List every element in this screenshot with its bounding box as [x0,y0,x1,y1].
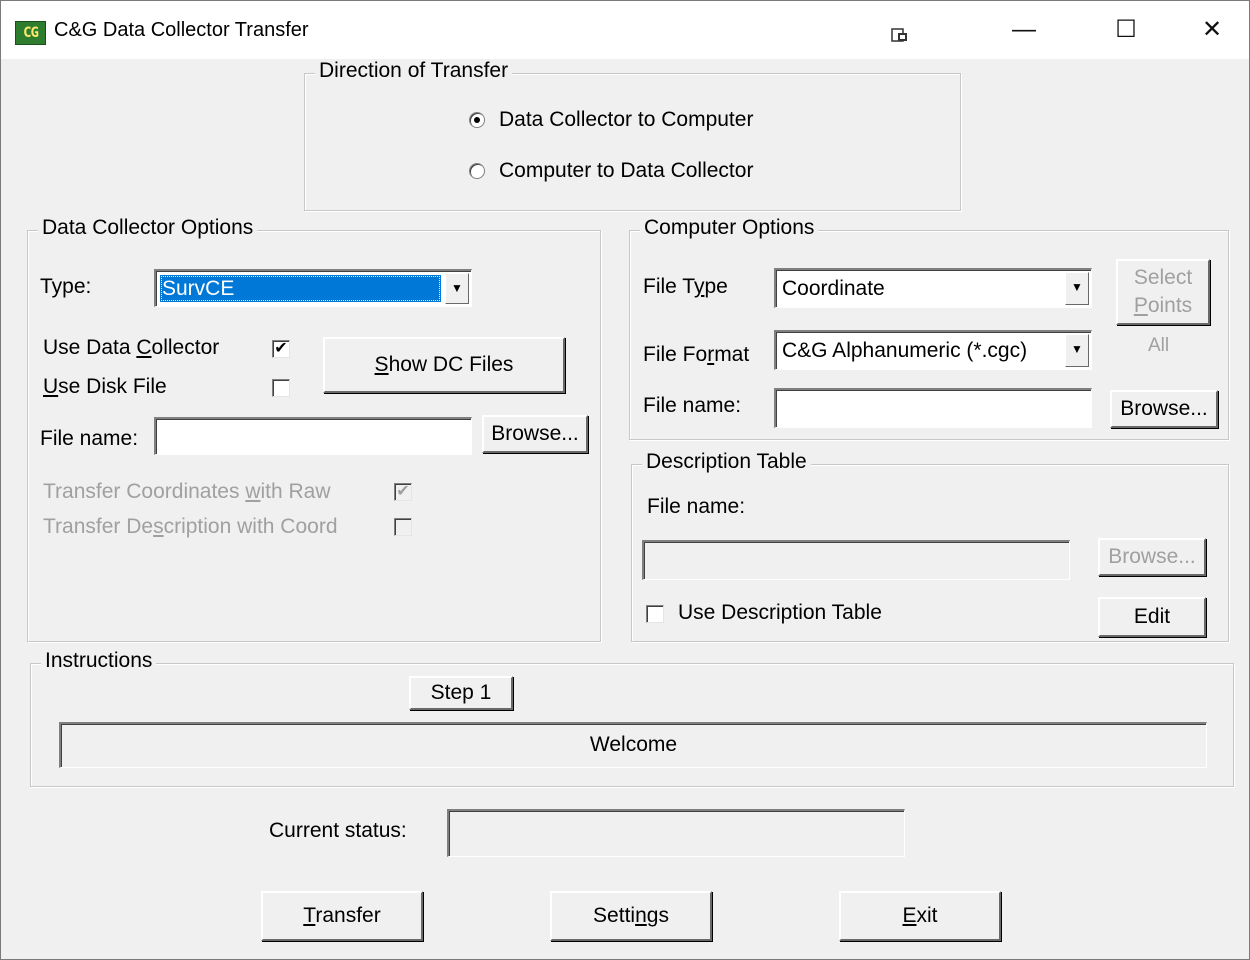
settings-button[interactable]: Settings [550,891,712,941]
ff-text-c: mat [714,343,750,366]
transfer-desc-label: Transfer Description with Coord [43,515,338,539]
transfer-text-b: ransfer [315,904,381,927]
close-button[interactable]: ✕ [1169,1,1250,59]
file-format-combo[interactable]: C&G Alphanumeric (*.cgc) ▼ [774,330,1092,370]
chevron-down-icon[interactable]: ▼ [1065,334,1089,367]
file-type-label: File Type [643,275,728,299]
checkmark-icon: ✔ [396,483,410,500]
tc-text-a: Transfer Coordinates [43,480,246,503]
type-label: Type: [40,275,92,298]
desc-file-name-label: File name: [647,495,746,518]
title-bar[interactable]: CG C&G Data Collector Transfer — ☐ ✕ [1,1,1249,59]
exit-text-b: xit [916,904,938,927]
radio-dc-to-computer-label[interactable]: Data Collector to Computer [499,108,753,132]
computer-file-name-label: File name: [643,394,742,417]
computer-options-group: Computer Options File Type Coordinate ▼ … [629,216,1229,440]
type-combo-text: SurvCE [162,277,235,300]
select-points-text-b: Points [1118,292,1208,320]
file-type-value: Coordinate [782,277,885,300]
use-disk-text-b: se Disk File [58,375,167,398]
transfer-text-a: T [303,904,316,927]
chevron-down-icon[interactable]: ▼ [1065,272,1089,305]
checkmark-icon: ✔ [274,340,288,357]
transfer-coords-label: Transfer Coordinates with Raw [43,480,331,504]
exit-text-a: E [902,904,917,927]
type-combo-value: SurvCE [160,275,441,302]
show-dc-text-b: how DC Files [388,353,514,376]
ft-text-a: File T [643,275,694,298]
select-points-text-a: Select [1133,266,1193,289]
use-data-collector-label[interactable]: Use Data Collector [43,336,219,360]
tc-text-c: ith Raw [260,480,331,503]
current-status-box [447,809,905,857]
instructions-message-box: Welcome [59,722,1207,768]
dc-file-name-label: File name: [40,427,139,450]
edit-button[interactable]: Edit [1098,597,1206,637]
use-disk-text-a: U [43,375,59,398]
ft-text-b: y [693,275,705,298]
dc-browse-button[interactable]: Browse... [482,415,588,453]
instructions-message: Welcome [589,733,678,756]
radio-dc-to-computer[interactable] [469,112,485,128]
show-dc-text-a: S [374,353,389,376]
radio-computer-to-dc[interactable] [469,163,485,179]
chevron-down-icon[interactable]: ▼ [445,273,469,304]
select-points-text-b1: P [1133,294,1148,317]
computer-browse-button[interactable]: Browse... [1110,390,1218,428]
td-text-a: Transfer De [43,515,154,538]
file-type-combo[interactable]: Coordinate ▼ [774,268,1092,308]
description-table-group: Description Table File name: Browse... U… [631,450,1229,642]
dc-options-legend: Data Collector Options [38,216,258,240]
snap-icon-svg [891,28,907,42]
instructions-group: Instructions Step 1 Welcome [30,649,1234,787]
computer-options-legend: Computer Options [640,216,819,240]
restore-snap-icon[interactable] [891,25,909,42]
file-format-label: File Format [643,343,749,367]
show-dc-files-button[interactable]: Show DC Files [323,337,565,393]
desc-browse-button: Browse... [1098,538,1206,576]
step-button[interactable]: Step 1 [409,676,513,710]
select-points-text-b2: oints [1147,294,1193,317]
minimize-button[interactable]: — [981,1,1067,59]
current-status-label: Current status: [269,819,407,842]
use-description-table-checkbox[interactable] [646,605,664,623]
radio-computer-to-dc-label[interactable]: Computer to Data Collector [499,159,753,183]
app-window: CG C&G Data Collector Transfer — ☐ ✕ Dir… [0,0,1250,960]
ft-text-c: pe [704,275,728,298]
dc-options-group: Data Collector Options Type: SurvCE ▼ Us… [27,216,601,642]
td-text-c: cription with Coord [163,515,338,538]
use-data-collector-checkbox[interactable]: ✔ [272,340,290,358]
desc-file-name-input [642,540,1070,580]
use-description-table-label[interactable]: Use Description Table [678,601,882,625]
settings-text-c: gs [646,904,669,927]
select-all-label: All [1148,335,1170,356]
td-text-b: s [153,515,164,538]
use-dc-text-a: Use Data [43,336,137,359]
tc-text-b: w [245,480,261,503]
use-disk-file-label[interactable]: Use Disk File [43,375,167,399]
computer-file-name-input[interactable] [774,388,1092,428]
app-icon[interactable]: CG [15,21,46,45]
direction-group: Direction of Transfer Data Collector to … [304,59,961,211]
instructions-legend: Instructions [41,649,157,673]
radio-dot [474,117,480,123]
settings-text-b: n [635,904,647,927]
use-disk-file-checkbox[interactable] [272,379,290,397]
select-points-button: Select Points [1116,259,1210,325]
file-format-value: C&G Alphanumeric (*.cgc) [782,339,1028,362]
type-combo[interactable]: SurvCE ▼ [154,269,472,307]
dc-file-name-input[interactable] [154,417,472,455]
direction-legend: Direction of Transfer [315,59,513,83]
ff-text-a: File Fo [643,343,708,366]
description-table-legend: Description Table [642,450,811,474]
transfer-coords-checkbox: ✔ [394,483,412,501]
maximize-button[interactable]: ☐ [1083,1,1169,59]
use-dc-text-b: C [136,336,152,359]
window-title: C&G Data Collector Transfer [54,19,309,41]
settings-text-a: Setti [593,904,636,927]
transfer-button[interactable]: Transfer [261,891,423,941]
exit-button[interactable]: Exit [839,891,1001,941]
use-dc-text-c: ollector [151,336,220,359]
transfer-desc-checkbox [394,518,412,536]
